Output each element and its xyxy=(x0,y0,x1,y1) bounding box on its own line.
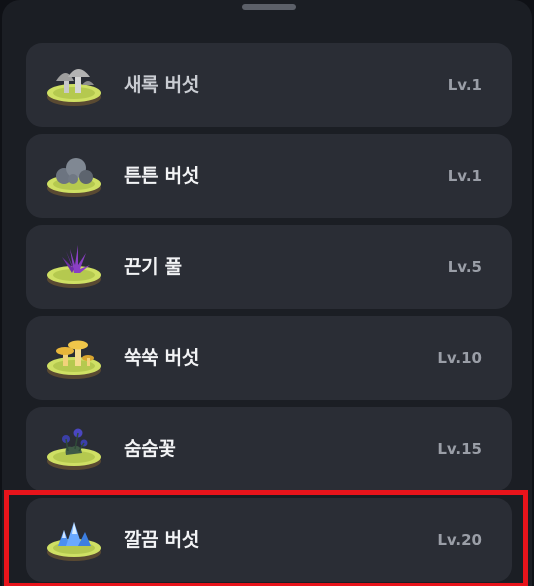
blue-crystal-mushroom-icon xyxy=(44,508,104,568)
item-name: 깔끔 버섯 xyxy=(124,529,200,551)
list-item[interactable]: 쑥쑥 버섯 Lv.10 xyxy=(26,316,512,400)
item-level: Lv.15 xyxy=(437,440,482,458)
item-name: 끈기 풀 xyxy=(124,256,182,278)
item-level: Lv.1 xyxy=(447,167,482,185)
purple-grass-icon xyxy=(44,235,104,295)
item-name: 숨숨꽃 xyxy=(124,438,176,460)
item-name: 튼튼 버섯 xyxy=(124,165,200,187)
item-level: Lv.1 xyxy=(447,76,482,94)
gray-mushroom-icon xyxy=(44,53,104,113)
list-item[interactable]: 튼튼 버섯 Lv.1 xyxy=(26,134,512,218)
plant-list: 새록 버섯 Lv.1 튼튼 버섯 Lv.1 끈기 풀 Lv.5 쑥쑥 버섯 Lv… xyxy=(26,43,512,586)
list-item[interactable]: 숨숨꽃 Lv.15 xyxy=(26,407,512,491)
item-level: Lv.10 xyxy=(437,349,482,367)
list-item[interactable]: 끈기 풀 Lv.5 xyxy=(26,225,512,309)
yellow-mushroom-icon xyxy=(44,326,104,386)
list-item[interactable]: 깔끔 버섯 Lv.20 xyxy=(26,498,512,582)
item-name: 쑥쑥 버섯 xyxy=(124,347,200,369)
bottom-sheet: 새록 버섯 Lv.1 튼튼 버섯 Lv.1 끈기 풀 Lv.5 쑥쑥 버섯 Lv… xyxy=(2,0,532,586)
blue-flower-icon xyxy=(44,417,104,477)
item-name: 새록 버섯 xyxy=(124,74,200,96)
item-level: Lv.20 xyxy=(437,531,482,549)
sheet-drag-handle[interactable] xyxy=(242,4,296,10)
stone-mushroom-icon xyxy=(44,144,104,204)
item-level: Lv.5 xyxy=(447,258,482,276)
list-item[interactable]: 새록 버섯 Lv.1 xyxy=(26,43,512,127)
